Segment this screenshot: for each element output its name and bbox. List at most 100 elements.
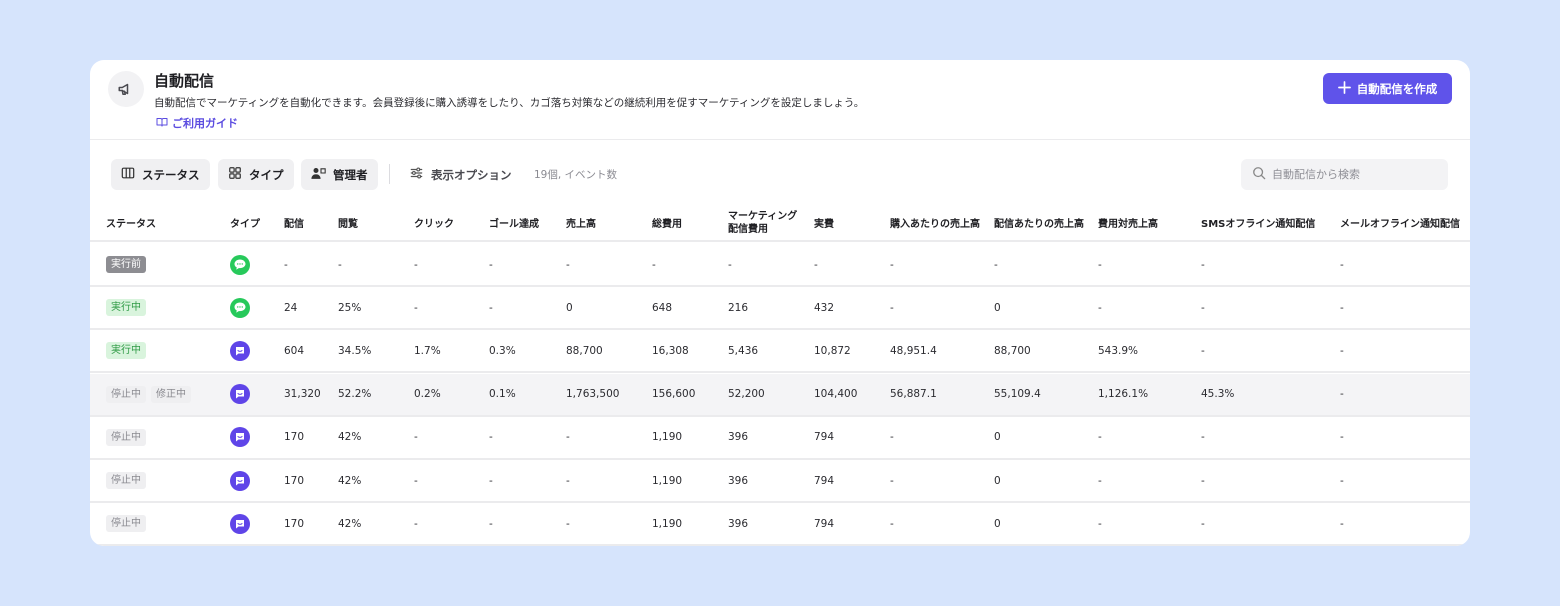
table-cell: 0 (994, 517, 1001, 530)
table-cell: - (414, 517, 418, 530)
page-title: 自動配信 (154, 72, 215, 90)
table-cell: - (1201, 344, 1205, 357)
column-header-views[interactable]: 閲覧 (338, 218, 358, 231)
status-badge: 実行中 (106, 342, 146, 360)
display-options-button[interactable]: 表示オプション (409, 159, 512, 190)
status-badge: 停止中 (106, 385, 146, 403)
table-cell: - (814, 258, 818, 271)
table-cell: 88,700 (566, 344, 603, 357)
filter-type-button[interactable]: タイプ (218, 159, 294, 190)
table-cell: - (489, 474, 493, 487)
table-row[interactable]: 停止中 170 42% - - - 1,190 396 794 - 0 - - - (90, 503, 1470, 546)
columns-icon (121, 166, 135, 183)
column-header-sales-per-purchase[interactable]: 購入あたりの売上高 (890, 218, 980, 231)
table-cell: - (338, 258, 342, 271)
plus-icon (1337, 80, 1351, 97)
filter-manager-label: 管理者 (333, 167, 368, 182)
table-cell: - (489, 517, 493, 530)
table-cell: - (1340, 517, 1344, 530)
status-badge: 実行前 (106, 256, 146, 273)
book-icon (156, 116, 168, 131)
table-row[interactable]: 停止中 170 42% - - - 1,190 396 794 - 0 - - - (90, 417, 1470, 460)
table-cell: - (414, 474, 418, 487)
table-cell: 170 (284, 517, 305, 530)
status-cell: 実行中 (106, 330, 151, 371)
table-cell: 42% (338, 431, 362, 444)
person-icon (311, 166, 326, 183)
table-cell: - (414, 301, 418, 314)
guide-link[interactable]: ご利用ガイド (156, 115, 238, 131)
table-cell: - (890, 431, 894, 444)
filter-status-button[interactable]: ステータス (111, 159, 210, 190)
table-cell: 1.7% (414, 344, 441, 357)
column-header-deliveries[interactable]: 配信 (284, 218, 304, 231)
table-cell: - (1201, 474, 1205, 487)
table-cell: - (1340, 431, 1344, 444)
table-row[interactable]: 実行中 604 34.5% 1.7% 0.3% 88,700 16,308 5,436 10,8… (90, 330, 1470, 374)
table-cell: 0 (566, 301, 573, 314)
column-header-type[interactable]: タイプ (230, 218, 260, 231)
table-cell: 16,308 (652, 344, 689, 357)
table-cell: 432 (814, 301, 835, 314)
column-header-mail-offline[interactable]: メールオフライン通知配信 (1340, 218, 1460, 231)
column-header-actual-cost[interactable]: 実費 (814, 218, 834, 231)
table-cell: 56,887.1 (890, 388, 937, 401)
table-row[interactable]: 停止中 修正中 31,320 52.2% 0.2% 0.1% 1,763,500 156,60… (90, 373, 1470, 417)
page-header: 自動配信 自動配信でマーケティングを自動化できます。会員登録後に購入誘導をしたり… (90, 60, 1470, 140)
table-cell: 1,190 (652, 474, 683, 487)
table-cell: - (1340, 344, 1344, 357)
automation-panel: 自動配信 自動配信でマーケティングを自動化できます。会員登録後に購入誘導をしたり… (90, 60, 1470, 546)
column-header-roas[interactable]: 費用対売上高 (1098, 218, 1158, 231)
table-cell: 216 (728, 301, 749, 314)
type-cell (230, 374, 250, 415)
table-cell: 1,190 (652, 517, 683, 530)
display-options-label: 表示オプション (431, 167, 512, 182)
marketing-cost-label-line2: 配信費用 (728, 224, 768, 235)
status-badge: 実行中 (106, 299, 146, 317)
table-cell: - (1201, 431, 1205, 444)
column-header-total-cost[interactable]: 総費用 (652, 218, 682, 231)
table-cell: - (414, 431, 418, 444)
table-cell: 52,200 (728, 388, 765, 401)
table-cell: - (890, 517, 894, 530)
table-cell: - (1098, 517, 1102, 530)
column-header-sales[interactable]: 売上高 (566, 218, 596, 231)
status-badge: 停止中 (106, 515, 146, 533)
table-cell: - (994, 258, 998, 271)
table-cell: - (652, 258, 656, 271)
column-header-sms-offline[interactable]: SMSオフライン通知配信 (1201, 218, 1315, 231)
table-cell: - (566, 258, 570, 271)
table-cell: - (489, 301, 493, 314)
table-cell: 31,320 (284, 388, 321, 401)
column-header-clicks[interactable]: クリック (414, 218, 454, 231)
search-input[interactable] (1272, 168, 1442, 181)
sliders-icon (409, 166, 424, 183)
search-icon (1252, 165, 1266, 184)
table-cell: 45.3% (1201, 388, 1235, 401)
create-automation-button[interactable]: 自動配信を作成 (1323, 73, 1452, 104)
table-cell: - (566, 431, 570, 444)
column-header-goals[interactable]: ゴール達成 (489, 218, 539, 231)
table-cell: 1,190 (652, 431, 683, 444)
table-cell: - (1201, 517, 1205, 530)
table-cell: 794 (814, 474, 835, 487)
table-cell: 648 (652, 301, 673, 314)
table-cell: 156,600 (652, 388, 696, 401)
table-cell: - (489, 431, 493, 444)
table-row[interactable]: 停止中 170 42% - - - 1,190 396 794 - 0 - - - (90, 460, 1470, 503)
filter-toolbar: ステータス タイプ 管理者 表示オプション 19個, イベント数 (90, 140, 1470, 206)
table-cell: 1,126.1% (1098, 388, 1149, 401)
column-header-sales-per-delivery[interactable]: 配信あたりの売上高 (994, 218, 1084, 231)
column-header-status[interactable]: ステータス (106, 218, 156, 231)
table-cell: 48,951.4 (890, 344, 937, 357)
search-box[interactable] (1241, 159, 1448, 190)
table-cell: 5,436 (728, 344, 759, 357)
table-cell: - (728, 258, 732, 271)
column-header-marketing-cost[interactable]: マーケティング 配信費用 (728, 210, 797, 236)
type-cell (230, 417, 250, 458)
filter-manager-button[interactable]: 管理者 (301, 159, 378, 190)
table-row[interactable]: 実行前 - - - - - - - - - - - - - (90, 244, 1470, 287)
table-cell: 396 (728, 474, 749, 487)
table-cell: 0 (994, 431, 1001, 444)
table-row[interactable]: 実行中 24 25% - - 0 648 216 432 - 0 - - - (90, 287, 1470, 331)
